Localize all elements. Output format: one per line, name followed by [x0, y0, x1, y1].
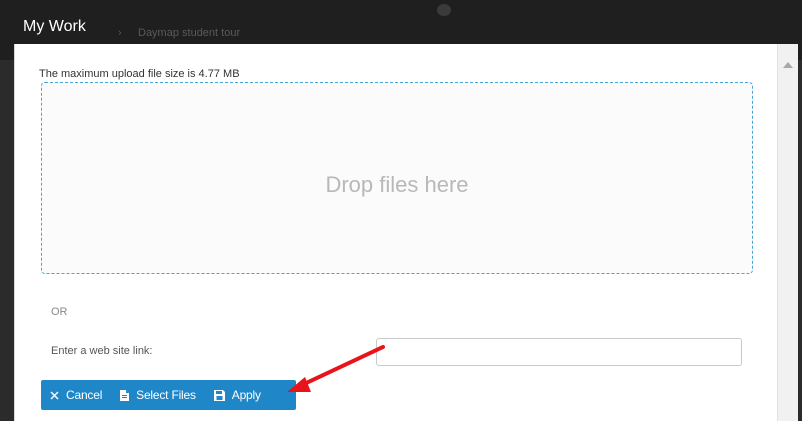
select-files-button[interactable]: Select Files: [111, 380, 205, 410]
dialog-button-bar: Cancel Select Files Apply: [41, 380, 296, 410]
cancel-button-label: Cancel: [66, 388, 103, 402]
close-icon: [50, 390, 59, 400]
vertical-scrollbar[interactable]: [777, 44, 798, 421]
web-link-label: Enter a web site link:: [51, 345, 153, 357]
apply-button[interactable]: Apply: [205, 380, 270, 410]
scroll-up-arrow-icon[interactable]: [783, 62, 793, 68]
file-drop-zone[interactable]: Drop files here: [41, 82, 753, 274]
upload-dialog: The maximum upload file size is 4.77 MB …: [14, 44, 798, 421]
or-divider-text: OR: [51, 306, 68, 318]
modal-title: My Work: [23, 18, 86, 35]
web-link-input[interactable]: [376, 338, 742, 366]
drop-zone-text: Drop files here: [325, 172, 469, 197]
apply-button-label: Apply: [231, 388, 261, 402]
modal-header: My Work: [0, 0, 802, 44]
cancel-button[interactable]: Cancel: [41, 380, 111, 410]
save-icon: [213, 389, 225, 401]
file-icon: [120, 389, 130, 401]
select-files-button-label: Select Files: [136, 388, 196, 402]
upload-size-info: The maximum upload file size is 4.77 MB: [39, 68, 240, 80]
